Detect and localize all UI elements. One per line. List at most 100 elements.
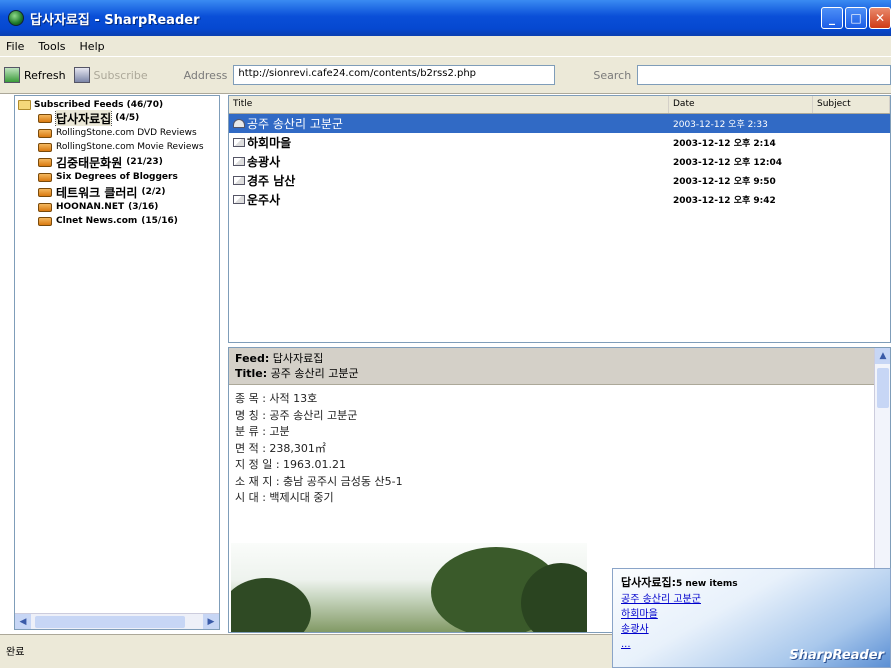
feed-item[interactable]: 김중태문화원 (21/23) — [15, 154, 219, 170]
list-item[interactable]: 경주 남산 2003-12-12 오후 9:50 — [229, 171, 890, 190]
feed-name: 김중태문화원 — [56, 155, 123, 170]
item-title: 경주 남산 — [247, 174, 296, 188]
toolbar: Refresh Subscribe Address http://sionrev… — [0, 56, 891, 94]
list-header: Title Date Subject — [229, 96, 890, 114]
item-date: 2003-12-12 오후 2:14 — [673, 139, 776, 149]
preview-line: 소 재 지 : 충남 공주시 금성동 산5-1 — [235, 474, 403, 488]
item-date: 2003-12-12 오후 2:33 — [673, 120, 768, 130]
menu-tools[interactable]: Tools — [38, 40, 65, 53]
feed-item[interactable]: RollingStone.com Movie Reviews — [15, 140, 219, 154]
search-label: Search — [593, 68, 632, 82]
tomb-photo — [231, 543, 587, 632]
refresh-icon — [4, 67, 20, 83]
maximize-button[interactable]: □ — [845, 7, 867, 29]
feed-count: (4/5) — [115, 113, 140, 123]
preview-line: 명 칭 : 공주 송산리 고분군 — [235, 408, 358, 422]
feed-name: RollingStone.com DVD Reviews — [56, 128, 197, 138]
list-item[interactable]: 송광사 2003-12-12 오후 12:04 — [229, 152, 890, 171]
popup-link[interactable]: 공주 송산리 고분군 — [621, 592, 882, 607]
feed-tree[interactable]: Subscribed Feeds (46/70) 답사자료집 (4/5) Rol… — [14, 95, 220, 630]
app-icon — [8, 10, 24, 26]
column-title[interactable]: Title — [229, 96, 669, 113]
popup-title: 답사자료집:5 new items — [621, 575, 882, 592]
popup-brand: SharpReader — [789, 648, 884, 663]
feed-item[interactable]: HOONAN.NET (3/16) — [15, 200, 219, 214]
popup-link[interactable]: 송광사 — [621, 622, 882, 637]
status-text: 완료 — [6, 647, 25, 658]
title-label: Title: — [235, 367, 268, 380]
feed-icon — [38, 172, 52, 182]
popup-link[interactable]: 하회마을 — [621, 607, 882, 622]
tree-root-subscribed[interactable]: Subscribed Feeds (46/70) — [15, 96, 219, 110]
scroll-thumb[interactable] — [877, 368, 889, 408]
scroll-up-icon[interactable]: ▲ — [875, 348, 890, 364]
search-input[interactable] — [637, 65, 891, 85]
preview-line: 분 류 : 고분 — [235, 425, 290, 438]
list-item[interactable]: 공주 송산리 고분군 2003-12-12 오후 2:33 — [229, 114, 890, 133]
popup-count: 5 new items — [676, 579, 738, 589]
item-date: 2003-12-12 오후 9:50 — [673, 177, 776, 187]
feed-icon — [38, 157, 52, 167]
close-button[interactable]: ✕ — [869, 7, 891, 29]
preview-line: 시 대 : 백제시대 중기 — [235, 491, 334, 504]
feed-icon — [38, 128, 52, 138]
read-item-icon — [233, 119, 245, 128]
horizontal-scrollbar[interactable]: ◀ ▶ — [15, 613, 219, 629]
preview-header: Feed: 답사자료집 Title: 공주 송산리 고분군 — [229, 348, 890, 385]
preview-line: 면 적 : 238,301㎡ — [235, 441, 326, 455]
refresh-label: Refresh — [24, 68, 66, 82]
feed-item[interactable]: Six Degrees of Bloggers — [15, 170, 219, 184]
title-bar: 답사자료집 - SharpReader _ □ ✕ — [0, 0, 891, 36]
feed-name: 테트워크 클러리 — [56, 185, 138, 200]
unread-item-icon — [233, 176, 245, 185]
minimize-button[interactable]: _ — [821, 7, 843, 29]
item-title: 하회마을 — [247, 136, 292, 150]
unread-item-icon — [233, 157, 245, 166]
feed-name: Clnet News.com — [56, 216, 138, 226]
address-label: Address — [183, 68, 228, 82]
feed-count: (15/16) — [141, 216, 178, 226]
feed-item[interactable]: Clnet News.com (15/16) — [15, 214, 219, 228]
preview-body: 종 목 : 사적 13호 명 칭 : 공주 송산리 고분군 분 류 : 고분 면… — [229, 385, 890, 513]
subscribe-icon — [73, 67, 90, 83]
column-date[interactable]: Date — [669, 96, 813, 113]
item-title: 운주사 — [247, 193, 281, 207]
feed-name: HOONAN.NET — [56, 202, 125, 212]
feed-icon — [38, 187, 52, 197]
feed-name: RollingStone.com Movie Reviews — [56, 142, 204, 152]
feed-icon — [38, 113, 52, 123]
menu-bar: File Tools Help — [0, 36, 891, 56]
refresh-button[interactable]: Refresh — [0, 62, 70, 88]
unread-item-icon — [233, 195, 245, 204]
preview-line: 지 정 일 : 1963.01.21 — [235, 458, 347, 471]
feed-item[interactable]: 테트워크 클러리 (2/2) — [15, 184, 219, 200]
feed-count: (2/2) — [141, 187, 166, 197]
feed-icon — [38, 216, 52, 226]
scroll-thumb[interactable] — [35, 616, 185, 628]
item-list[interactable]: Title Date Subject 공주 송산리 고분군 2003-12-12… — [228, 95, 891, 343]
feed-label: Feed: — [235, 352, 270, 365]
scroll-left-icon[interactable]: ◀ — [15, 614, 31, 629]
scroll-right-icon[interactable]: ▶ — [203, 614, 219, 629]
item-date: 2003-12-12 오후 9:42 — [673, 196, 776, 206]
feed-icon — [38, 202, 52, 212]
menu-help[interactable]: Help — [80, 40, 105, 53]
column-subject[interactable]: Subject — [813, 96, 890, 113]
feed-count: (3/16) — [128, 202, 159, 212]
menu-file[interactable]: File — [6, 40, 24, 53]
list-item[interactable]: 하회마을 2003-12-12 오후 2:14 — [229, 133, 890, 152]
preview-line: 종 목 : 사적 13호 — [235, 392, 318, 405]
feed-count: (21/23) — [126, 157, 163, 167]
subscribe-label: Subscribe — [93, 68, 148, 82]
list-item[interactable]: 운주사 2003-12-12 오후 9:42 — [229, 190, 890, 209]
preview-title: 공주 송산리 고분군 — [270, 367, 359, 380]
notification-popup[interactable]: 답사자료집:5 new items 공주 송산리 고분군 하회마을 송광사 ..… — [612, 568, 891, 668]
feed-name: Six Degrees of Bloggers — [56, 172, 178, 182]
feed-icon — [38, 142, 52, 152]
address-input[interactable]: http://sionrevi.cafe24.com/contents/b2rs… — [233, 65, 556, 85]
popup-feed-name: 답사자료집: — [621, 576, 676, 589]
preview-feed: 답사자료집 — [272, 352, 324, 365]
feed-item[interactable]: 답사자료집 (4/5) — [15, 110, 219, 126]
feed-item[interactable]: RollingStone.com DVD Reviews — [15, 126, 219, 140]
subscribe-button[interactable]: Subscribe — [70, 62, 152, 88]
